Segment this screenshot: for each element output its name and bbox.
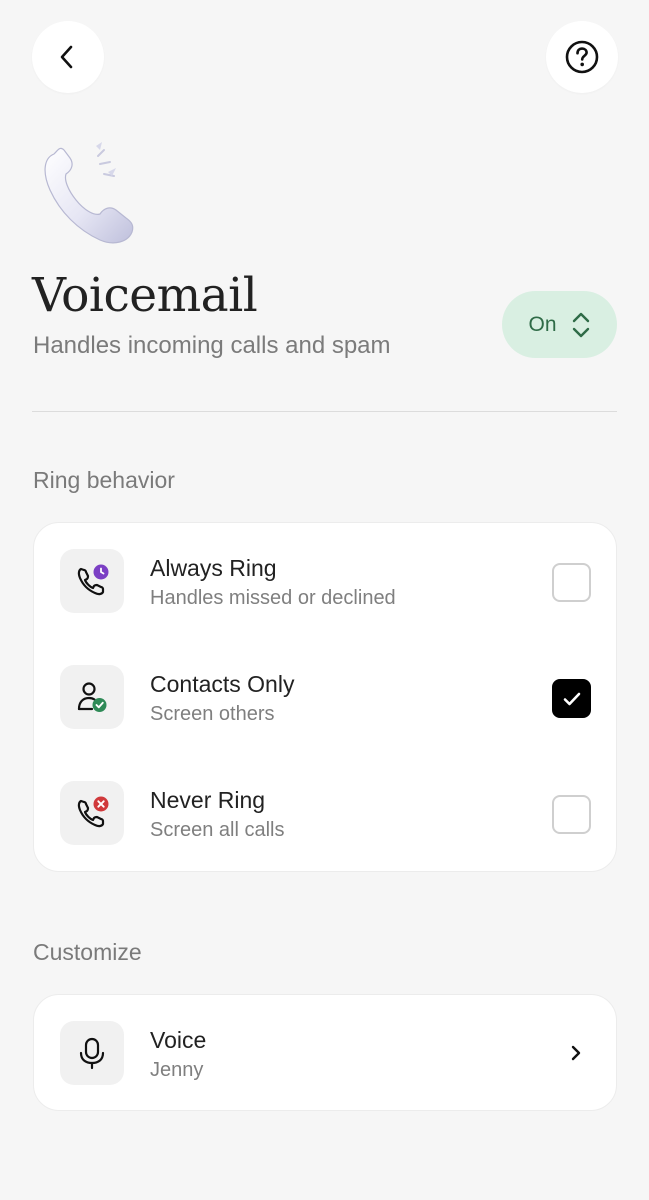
- page-title: Voicemail: [32, 268, 258, 323]
- option-title: Contacts Only: [150, 671, 295, 697]
- voice-row[interactable]: Voice Jenny: [34, 995, 616, 1111]
- question-circle-icon: [565, 40, 599, 74]
- chevron-up-down-icon: [572, 312, 589, 337]
- phone-handset-icon: [44, 142, 134, 244]
- voice-title: Voice: [150, 1027, 207, 1053]
- section-title-ring-behavior: Ring behavior: [33, 467, 175, 493]
- contacts-only-checkbox[interactable]: [552, 679, 591, 718]
- toggle-label: On: [528, 312, 557, 336]
- phone-x-icon: [60, 781, 124, 845]
- checkmark-icon: [563, 692, 580, 705]
- option-title: Always Ring: [150, 555, 277, 581]
- option-subtitle: Screen all calls: [150, 819, 285, 841]
- microphone-icon: [60, 1021, 124, 1085]
- option-contacts-only[interactable]: Contacts Only Screen others: [34, 639, 616, 755]
- option-title: Never Ring: [150, 787, 266, 813]
- never-ring-checkbox[interactable]: [552, 795, 591, 834]
- option-never-ring[interactable]: Never Ring Screen all calls: [34, 755, 616, 871]
- phone-clock-icon: [60, 549, 124, 613]
- chevron-left-icon: [60, 45, 73, 69]
- section-title-customize: Customize: [33, 939, 142, 965]
- ring-behavior-card: Always Ring Handles missed or declined C…: [33, 522, 617, 872]
- back-button[interactable]: [32, 21, 104, 93]
- option-subtitle: Handles missed or declined: [150, 587, 396, 609]
- voice-value: Jenny: [150, 1059, 204, 1081]
- voicemail-toggle[interactable]: On: [502, 291, 617, 358]
- page-subtitle: Handles incoming calls and spam: [33, 332, 391, 359]
- person-check-icon: [60, 665, 124, 729]
- chevron-right-icon: [571, 1045, 581, 1061]
- customize-card: Voice Jenny: [33, 994, 617, 1111]
- option-always-ring[interactable]: Always Ring Handles missed or declined: [34, 523, 616, 639]
- help-button[interactable]: [546, 21, 618, 93]
- always-ring-checkbox[interactable]: [552, 563, 591, 602]
- divider: [32, 411, 617, 412]
- voicemail-settings-screen: Voicemail Handles incoming calls and spa…: [0, 0, 649, 1200]
- option-subtitle: Screen others: [150, 703, 275, 725]
